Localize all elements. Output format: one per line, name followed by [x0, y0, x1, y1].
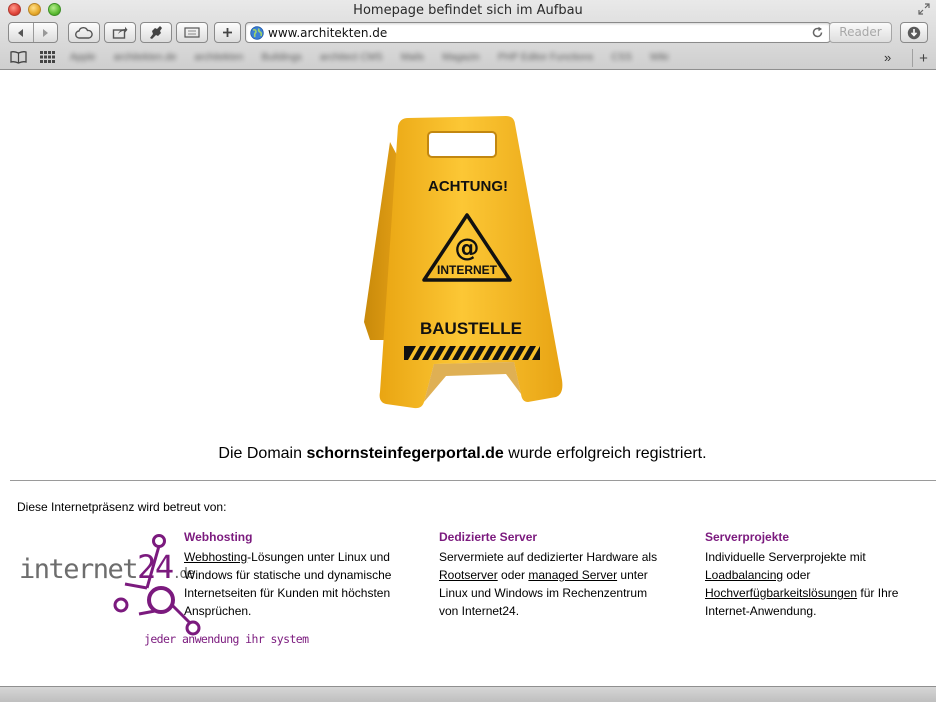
bookmark-item[interactable]: architekten.de [114, 52, 177, 63]
new-tab-button[interactable]: + [912, 49, 934, 67]
managed-by-label: Diese Internetpräsenz wird betreut von: [17, 500, 227, 514]
back-button[interactable] [9, 23, 33, 42]
share-button[interactable] [104, 22, 136, 43]
column-text: Individuelle Serverprojekte mit Loadbala… [705, 548, 930, 620]
section-divider [10, 480, 936, 481]
web-page: ACHTUNG! @ INTERNET BAUSTELLE Die Domain… [0, 70, 936, 686]
sign-top-text: ACHTUNG! [428, 178, 508, 195]
webhosting-link[interactable]: Webhosting [184, 550, 247, 564]
bookmarks-overflow-button[interactable]: » [884, 50, 891, 65]
reading-list-icon[interactable] [10, 50, 27, 64]
globe-icon [250, 26, 264, 40]
puzzle-icon [150, 26, 162, 39]
column-text-part: Individuelle Serverprojekte mit [705, 550, 866, 564]
column-text-part: oder [497, 568, 529, 582]
sign-middle-text: INTERNET [437, 263, 498, 277]
fullscreen-icon[interactable] [918, 3, 930, 15]
service-column-webhosting: Webhosting Webhosting-Lösungen unter Lin… [184, 529, 409, 620]
downloads-button[interactable] [900, 22, 928, 43]
top-sites-button[interactable] [176, 22, 208, 43]
add-bookmark-button[interactable] [214, 22, 241, 43]
domain-prefix: Die Domain [218, 445, 307, 462]
bookmark-item[interactable]: Apple [70, 52, 96, 63]
domain-name: schornsteinfegerportal.de [306, 445, 504, 462]
bookmark-item[interactable]: Magazin [442, 52, 480, 63]
column-heading: Dedizierte Server [439, 530, 538, 544]
bookmark-item[interactable]: Buildings [261, 52, 302, 63]
sign-at-symbol: @ [455, 233, 480, 262]
column-text: Servermiete auf dedizierter Hardware als… [439, 548, 664, 620]
bookmark-list: Apple architekten.de architekten Buildin… [70, 52, 669, 63]
logo-name-a: internet [19, 554, 137, 585]
title-bar: Homepage befindet sich im Aufbau [0, 0, 936, 20]
loadbalancing-link[interactable]: Loadbalancing [705, 568, 783, 582]
column-heading: Serverprojekte [705, 530, 790, 544]
share-icon [112, 26, 128, 39]
top-sites-grid-icon[interactable] [40, 50, 55, 64]
nav-button-group [8, 22, 58, 43]
managed-server-link[interactable]: managed Server [528, 568, 617, 582]
construction-sign-illustration: ACHTUNG! @ INTERNET BAUSTELLE [364, 116, 563, 409]
bookmark-item[interactable]: architect CMS [320, 52, 383, 63]
logo-name-b: 24 [137, 548, 173, 586]
bookmark-item[interactable]: Wiki [650, 52, 669, 63]
service-column-server-projects: Serverprojekte Individuelle Serverprojek… [705, 529, 930, 620]
domain-registration-message: Die Domain schornsteinfegerportal.de wur… [0, 445, 925, 463]
forward-button[interactable] [32, 23, 57, 42]
column-text-part: Servermiete auf dedizierter Hardware als [439, 550, 658, 564]
reload-icon[interactable] [811, 26, 824, 39]
service-column-dedicated-server: Dedizierte Server Servermiete auf dedizi… [439, 529, 664, 620]
url-text: www.architekten.de [268, 26, 388, 40]
reader-button[interactable]: Reader [829, 22, 892, 43]
forward-arrow-icon [43, 28, 49, 37]
back-arrow-icon [17, 28, 23, 37]
icloud-tabs-button[interactable] [68, 22, 100, 43]
bookmarks-bar: Apple architekten.de architekten Buildin… [0, 47, 936, 69]
bookmark-item[interactable]: CSS [611, 52, 632, 63]
address-bar[interactable]: www.architekten.de [245, 22, 831, 43]
logo-tagline: jeder anwendung ihr system [144, 632, 309, 646]
rootserver-link[interactable]: Rootserver [439, 568, 498, 582]
toolbar: www.architekten.de Reader [0, 21, 936, 45]
svg-text:internet24.de: internet24.de [19, 548, 194, 586]
plus-icon [223, 28, 232, 37]
cloud-icon [75, 26, 93, 39]
hazard-stripes [404, 346, 540, 360]
window-title: Homepage befindet sich im Aufbau [353, 3, 583, 18]
bookmark-item[interactable]: PHP Editor Functions [498, 52, 593, 63]
column-text-part: oder [783, 568, 811, 582]
browser-chrome: Homepage befindet sich im Aufbau www.arc… [0, 0, 936, 70]
column-text: Webhosting-Lösungen unter Linux und Wind… [184, 548, 409, 620]
bookmark-item[interactable]: Mails [401, 52, 424, 63]
grid-view-icon [184, 27, 200, 38]
column-heading: Webhosting [184, 530, 253, 544]
sign-bottom-text: BAUSTELLE [420, 319, 522, 338]
extension-button[interactable] [140, 22, 172, 43]
high-availability-link[interactable]: Hochverfügbarkeitslösungen [705, 586, 857, 600]
status-bar [0, 686, 936, 702]
bookmark-item[interactable]: architekten [194, 52, 243, 63]
download-icon [907, 26, 921, 39]
domain-suffix: wurde erfolgreich registriert. [503, 445, 707, 462]
